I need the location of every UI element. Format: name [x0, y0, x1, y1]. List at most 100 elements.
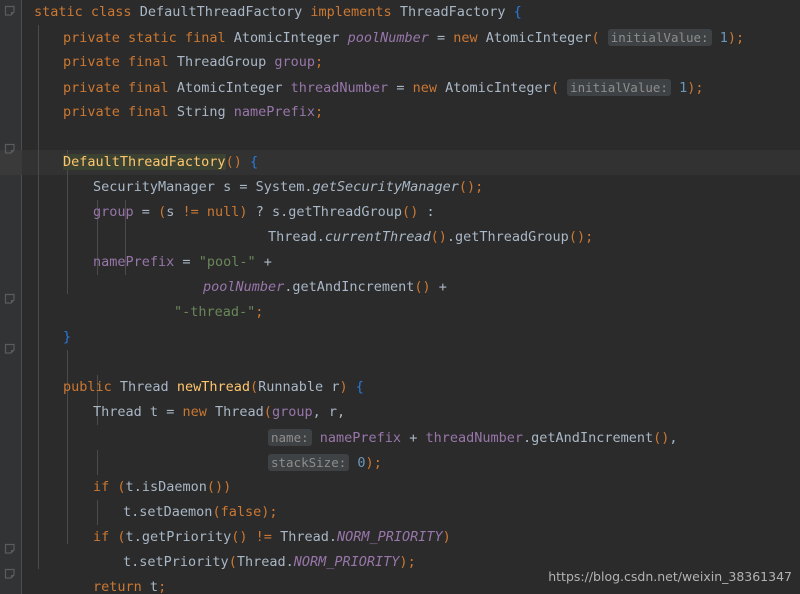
code-line[interactable]: t.setDaemon(false);: [123, 500, 278, 525]
implements-method-marker-icon[interactable]: [4, 5, 16, 17]
code-token: SecurityManager: [93, 179, 215, 195]
code-line[interactable]: if (t.isDaemon()): [93, 475, 231, 500]
code-token: poolNumber: [203, 279, 285, 295]
code-token: ;: [695, 80, 704, 96]
code-line[interactable]: "-thread-";: [174, 300, 263, 325]
code-line[interactable]: if (t.getPriority() != Thread.NORM_PRIOR…: [93, 525, 451, 550]
code-line[interactable]: DefaultThreadFactory() {: [63, 150, 258, 175]
code-token: ): [239, 529, 248, 545]
code-token: s: [271, 204, 281, 220]
code-token: (: [458, 179, 467, 195]
code-token: final: [128, 104, 169, 120]
code-token: AtomicInteger: [485, 30, 592, 46]
code-token: (: [402, 204, 411, 220]
code-token: "pool-": [198, 254, 256, 270]
code-line[interactable]: group = (s != null) ? s.getThreadGroup()…: [93, 200, 435, 225]
code-token: poolNumber: [347, 30, 429, 46]
code-token: t: [149, 404, 159, 420]
code-token: ): [467, 179, 476, 195]
code-line[interactable]: SecurityManager s = System.getSecurityMa…: [93, 175, 483, 200]
code-token: currentThread: [324, 229, 431, 245]
code-token: namePrefix: [233, 104, 316, 120]
code-token: (: [117, 529, 126, 545]
parameter-hint: initialValue:: [607, 29, 712, 46]
code-token: null: [206, 204, 240, 220]
code-token: namePrefix: [319, 430, 402, 446]
code-token: private: [63, 30, 120, 46]
code-token: ,: [312, 404, 321, 420]
code-token: AtomicInteger: [445, 80, 551, 96]
code-token: {: [249, 154, 259, 170]
code-line[interactable]: Thread.currentThread().getThreadGroup();: [268, 225, 593, 250]
implements-method-marker-icon[interactable]: [4, 543, 16, 555]
code-token: ): [399, 554, 408, 570]
code-token: ;: [158, 579, 167, 594]
code-token: Thread: [236, 554, 286, 570]
code-token: (: [228, 554, 237, 570]
code-token: if: [93, 479, 110, 495]
code-line[interactable]: }: [63, 325, 71, 350]
code-token: new: [182, 404, 207, 420]
code-line[interactable]: static class DefaultThreadFactory implem…: [34, 0, 522, 25]
implements-method-marker-icon[interactable]: [4, 568, 16, 580]
code-token: threadNumber: [425, 430, 524, 446]
code-token: ;: [736, 30, 745, 46]
code-content-area[interactable]: static class DefaultThreadFactory implem…: [22, 0, 800, 594]
code-token: 0: [357, 455, 366, 471]
code-token: .: [304, 179, 313, 195]
code-token: (: [212, 504, 221, 520]
code-token: ): [339, 379, 348, 395]
code-editor[interactable]: static class DefaultThreadFactory implem…: [0, 0, 800, 594]
code-token: DefaultThreadFactory: [63, 154, 226, 170]
code-line[interactable]: namePrefix = "pool-" +: [93, 250, 272, 275]
implements-method-marker-icon[interactable]: [4, 343, 16, 355]
code-token: getAndIncrement: [292, 279, 415, 295]
code-line[interactable]: private final ThreadGroup group;: [63, 50, 323, 75]
code-token: ): [365, 455, 374, 471]
code-token: ): [422, 279, 431, 295]
code-token: class: [90, 4, 132, 20]
code-token: (: [206, 479, 215, 495]
code-token: .: [523, 430, 532, 446]
code-token: 1: [679, 80, 688, 96]
code-line[interactable]: name: namePrefix + threadNumber.getAndIn…: [268, 425, 678, 450]
code-line[interactable]: return t;: [93, 575, 166, 594]
code-token: implements: [310, 4, 392, 20]
code-line[interactable]: public Thread newThread(Runnable r) {: [63, 375, 364, 400]
code-line[interactable]: private final String namePrefix;: [63, 100, 323, 125]
code-token: .: [328, 529, 337, 545]
code-line[interactable]: private static final AtomicInteger poolN…: [63, 25, 744, 50]
code-line[interactable]: Thread t = new Thread(group, r,: [93, 400, 345, 425]
code-token: ;: [373, 455, 382, 471]
editor-gutter[interactable]: [0, 0, 22, 594]
code-token: :: [426, 204, 435, 220]
code-token: NORM_PRIORITY: [293, 554, 400, 570]
code-token: (: [653, 430, 662, 446]
code-token: newThread: [176, 379, 250, 395]
code-token: ;: [255, 304, 264, 320]
implements-method-marker-icon[interactable]: [4, 293, 16, 305]
code-token: setPriority: [139, 554, 229, 570]
code-line[interactable]: poolNumber.getAndIncrement() +: [203, 275, 447, 300]
code-token: false: [220, 504, 262, 520]
code-token: return: [93, 579, 142, 594]
code-line[interactable]: t.setPriority(Thread.NORM_PRIORITY);: [123, 550, 416, 575]
code-line[interactable]: stackSize: 0);: [268, 450, 382, 475]
code-token: System: [255, 179, 305, 195]
implements-method-marker-icon[interactable]: [4, 143, 16, 155]
code-line[interactable]: private final AtomicInteger threadNumber…: [63, 75, 704, 100]
